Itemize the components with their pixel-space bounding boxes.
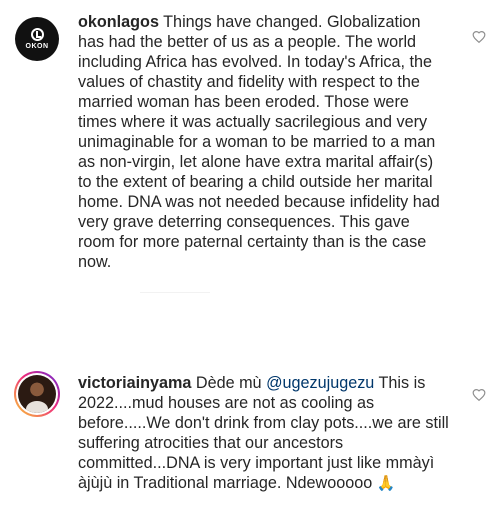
comment-body: victoriainyama Dède mù @ugezujugezu This… xyxy=(78,373,450,493)
mention-link[interactable]: @ugezujugezu xyxy=(266,374,374,392)
heart-outline-icon[interactable] xyxy=(472,388,486,402)
avatar[interactable]: OKON xyxy=(15,17,59,61)
comment-text: Things have changed. Globalization has h… xyxy=(78,13,440,271)
okon-logo-icon xyxy=(30,27,44,41)
heart-outline-icon[interactable] xyxy=(472,30,486,44)
divider xyxy=(140,292,210,293)
comment-text-prefix: Dède mù xyxy=(195,374,262,392)
comment-body: okonlagos Things have changed. Globaliza… xyxy=(78,12,450,272)
avatar[interactable] xyxy=(14,371,60,417)
comment-item: OKON okonlagos Things have changed. Glob… xyxy=(0,0,503,300)
avatar-photo xyxy=(18,375,56,413)
comment-username[interactable]: okonlagos xyxy=(78,13,159,31)
comment-item: victoriainyama Dède mù @ugezujugezu This… xyxy=(0,358,503,526)
comment-username[interactable]: victoriainyama xyxy=(78,374,191,392)
avatar-ring-inner xyxy=(16,373,58,415)
avatar-logo-text: OKON xyxy=(25,42,49,50)
folded-hands-emoji: 🙏 xyxy=(376,475,396,492)
